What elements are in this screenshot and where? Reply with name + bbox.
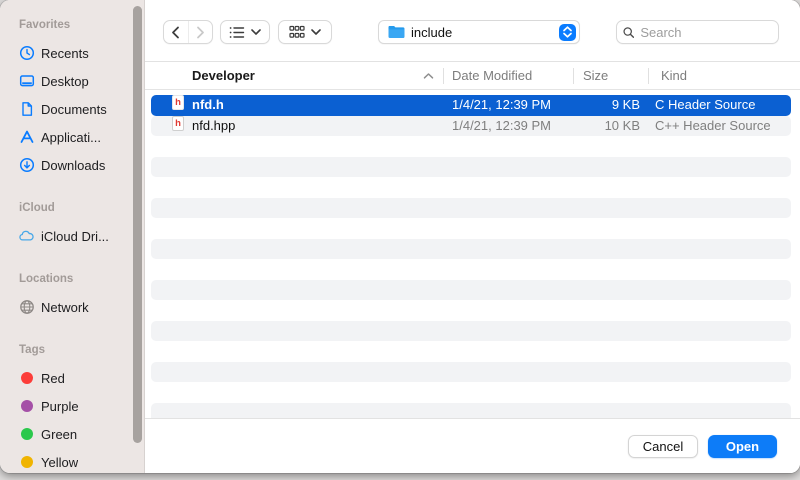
tag-dot-yellow xyxy=(18,454,35,471)
h-source-file-icon: h xyxy=(172,95,184,110)
document-icon xyxy=(18,101,35,118)
search-icon xyxy=(623,26,634,39)
sidebar-item-icloud-drive[interactable]: iCloud Dri... xyxy=(0,222,144,250)
sidebar-item-tag-purple[interactable]: Purple xyxy=(0,392,144,420)
cancel-button[interactable]: Cancel xyxy=(628,435,698,458)
chevron-down-icon xyxy=(311,29,321,35)
folder-select-value: include xyxy=(411,25,559,40)
dialog-footer: Cancel Open xyxy=(145,418,800,473)
empty-row xyxy=(151,403,791,419)
cloud-icon xyxy=(18,228,35,245)
file-kind: C Header Source xyxy=(655,95,755,116)
sidebar-item-label: Purple xyxy=(41,399,79,414)
file-date-modified: 1/4/21, 12:39 PM xyxy=(452,95,551,116)
tag-dot-green xyxy=(18,426,35,443)
empty-row xyxy=(151,341,791,362)
group-view-icon xyxy=(289,25,305,39)
empty-row xyxy=(151,362,791,383)
back-button[interactable] xyxy=(164,21,188,43)
sidebar-item-tag-green[interactable]: Green xyxy=(0,420,144,448)
column-header-kind[interactable]: Kind xyxy=(661,62,687,89)
sidebar-item-label: Downloads xyxy=(41,158,105,173)
folder-icon xyxy=(388,26,405,39)
sidebar-item-network[interactable]: Network xyxy=(0,293,144,321)
h-source-file-icon: h xyxy=(172,116,184,131)
app-store-icon xyxy=(18,129,35,146)
open-file-dialog: Favorites Recents Desktop Documents Appl xyxy=(0,0,800,473)
sidebar-item-label: Applicati... xyxy=(41,130,101,145)
empty-row xyxy=(151,198,791,219)
file-size: 10 KB xyxy=(571,116,640,137)
empty-row xyxy=(151,321,791,342)
empty-row xyxy=(151,218,791,239)
sidebar-item-label: Documents xyxy=(41,102,107,117)
clock-icon xyxy=(18,45,35,62)
sidebar-item-tag-red[interactable]: Red xyxy=(0,364,144,392)
file-name: nfd.h xyxy=(192,95,224,116)
empty-row xyxy=(151,280,791,301)
tag-dot-purple xyxy=(18,398,35,415)
desktop-icon xyxy=(18,73,35,90)
folder-select[interactable]: include xyxy=(378,20,580,44)
globe-icon xyxy=(18,299,35,316)
sidebar-item-label: Recents xyxy=(41,46,89,61)
search-input[interactable] xyxy=(638,24,772,41)
sidebar-item-label: iCloud Dri... xyxy=(41,229,109,244)
file-size: 9 KB xyxy=(571,95,640,116)
file-list: h nfd.h 1/4/21, 12:39 PM 9 KB C Header S… xyxy=(145,90,800,418)
file-row-nfd-hpp[interactable]: h nfd.hpp 1/4/21, 12:39 PM 10 KB C++ Hea… xyxy=(151,116,791,137)
forward-button[interactable] xyxy=(189,21,213,43)
empty-row xyxy=(151,136,791,157)
sidebar-item-label: Desktop xyxy=(41,74,89,89)
list-view-menu-button[interactable] xyxy=(220,20,270,44)
tag-dot-red xyxy=(18,370,35,387)
open-button[interactable]: Open xyxy=(708,435,777,458)
column-header-date-modified[interactable]: Date Modified xyxy=(452,62,532,89)
chevron-right-icon xyxy=(196,26,205,39)
sidebar-section-icloud: iCloud xyxy=(0,201,144,215)
sidebar-item-label: Yellow xyxy=(41,455,78,470)
toolbar: include xyxy=(145,0,800,62)
nav-buttons xyxy=(163,20,213,44)
sort-ascending-icon xyxy=(423,62,434,89)
sidebar: Favorites Recents Desktop Documents Appl xyxy=(0,0,145,473)
sidebar-section-favorites: Favorites xyxy=(0,18,144,32)
sidebar-item-recents[interactable]: Recents xyxy=(0,39,144,67)
popup-updown-icon xyxy=(559,24,576,41)
column-header-size[interactable]: Size xyxy=(583,62,608,89)
file-name: nfd.hpp xyxy=(192,116,235,137)
chevron-left-icon xyxy=(171,26,180,39)
chevron-down-icon xyxy=(251,29,261,35)
sidebar-item-applications[interactable]: Applicati... xyxy=(0,123,144,151)
list-view-icon xyxy=(229,26,245,39)
sidebar-item-documents[interactable]: Documents xyxy=(0,95,144,123)
empty-row xyxy=(151,382,791,403)
sidebar-item-desktop[interactable]: Desktop xyxy=(0,67,144,95)
sidebar-item-label: Red xyxy=(41,371,65,386)
empty-row xyxy=(151,157,791,178)
search-field xyxy=(616,20,779,44)
column-headers: Developer Date Modified Size Kind xyxy=(145,62,800,90)
file-kind: C++ Header Source xyxy=(655,116,771,137)
empty-row xyxy=(151,177,791,198)
sidebar-section-locations: Locations xyxy=(0,272,144,286)
empty-row xyxy=(151,239,791,260)
download-circle-icon xyxy=(18,157,35,174)
sidebar-scrollbar[interactable] xyxy=(133,6,142,443)
sidebar-section-tags: Tags xyxy=(0,343,144,357)
empty-row xyxy=(151,300,791,321)
group-view-menu-button[interactable] xyxy=(278,20,332,44)
main-panel: include Developer Date Modified Size Kin… xyxy=(145,0,800,473)
file-date-modified: 1/4/21, 12:39 PM xyxy=(452,116,551,137)
empty-row xyxy=(151,259,791,280)
file-row-nfd-h[interactable]: h nfd.h 1/4/21, 12:39 PM 9 KB C Header S… xyxy=(151,95,791,116)
sidebar-item-label: Network xyxy=(41,300,89,315)
sidebar-item-label: Green xyxy=(41,427,77,442)
column-header-name[interactable]: Developer xyxy=(192,62,255,89)
sidebar-item-downloads[interactable]: Downloads xyxy=(0,151,144,179)
sidebar-item-tag-yellow[interactable]: Yellow xyxy=(0,448,144,473)
